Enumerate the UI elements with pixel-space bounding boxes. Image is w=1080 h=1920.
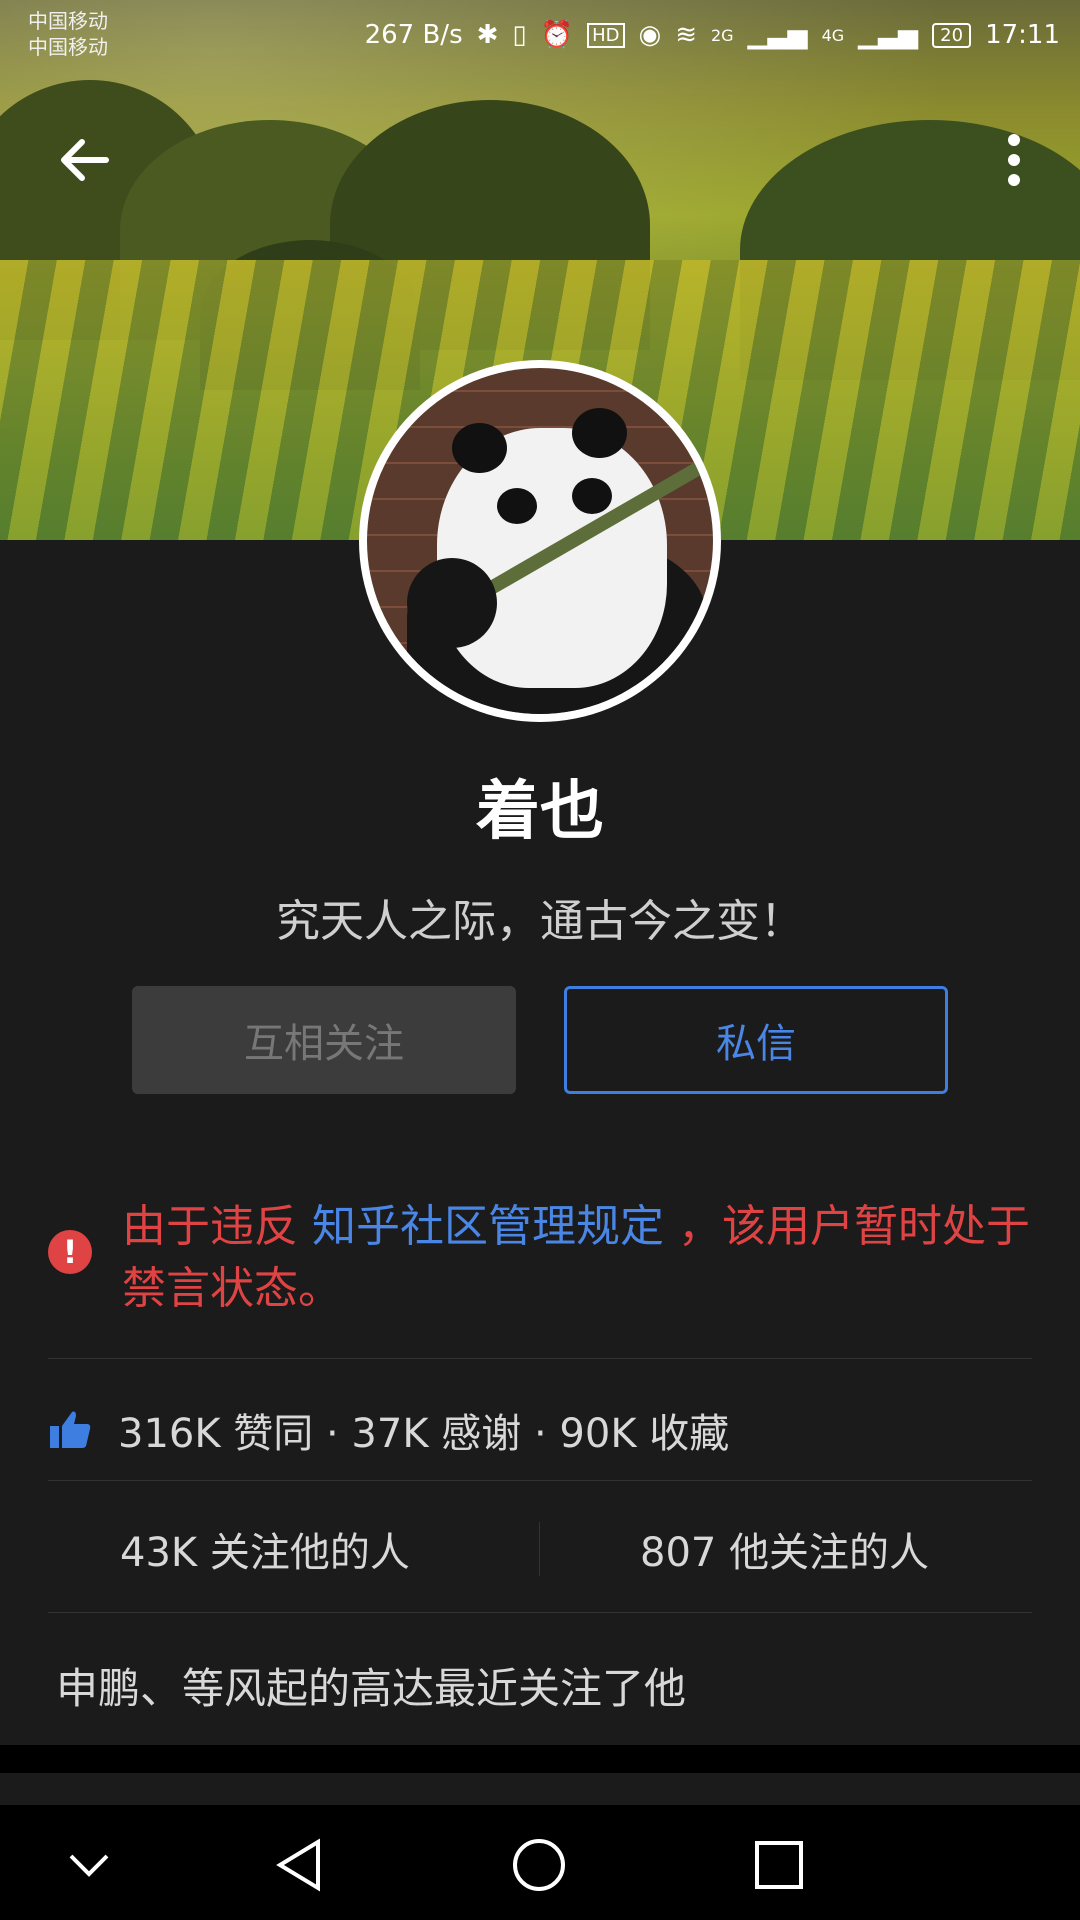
bluetooth-icon: ✱ <box>476 20 499 50</box>
signal-icon: ▁▃▅ <box>747 20 808 50</box>
triangle-back-icon <box>276 1838 320 1892</box>
section-gap <box>0 1745 1080 1773</box>
more-vert-icon <box>1008 134 1020 186</box>
signal-icon: ▁▃▅ <box>858 20 919 50</box>
divider <box>48 1358 1032 1359</box>
avatar[interactable] <box>359 360 721 722</box>
stats-row[interactable]: 316K 赞同 · 37K 感谢 · 90K 收藏 <box>48 1400 729 1460</box>
alarm-icon: ⏰ <box>540 20 574 50</box>
nav-recents-button[interactable] <box>744 1830 814 1900</box>
mutual-follow-button[interactable]: 互相关注 <box>132 986 516 1094</box>
profile-bio: 究天人之际，通古今之变！ <box>276 896 804 947</box>
clock: 17:11 <box>985 20 1060 50</box>
square-recents-icon <box>755 1841 803 1889</box>
system-nav-bar <box>0 1805 1080 1920</box>
chevron-down-icon <box>69 1854 109 1877</box>
divider <box>48 1612 1032 1613</box>
net-speed: 267 B/s <box>364 20 463 50</box>
recent-followers[interactable]: 申鹏、等风起的高达最近关注了他 <box>56 1655 686 1716</box>
avatar-image <box>367 368 713 714</box>
back-button[interactable] <box>44 120 124 200</box>
hd-icon: HD <box>587 22 625 48</box>
carrier-1: 中国移动 <box>28 9 108 33</box>
divider <box>48 1480 1032 1481</box>
nav-home-button[interactable] <box>504 1830 574 1900</box>
ban-prefix: 由于违反 <box>122 1201 312 1252</box>
followers-link[interactable]: 43K 关注他的人 <box>120 1520 410 1578</box>
thumbs-up-icon <box>50 1411 91 1448</box>
battery-level: 20 <box>940 24 964 46</box>
arrow-left-icon <box>61 139 109 181</box>
status-bar: 中国移动 中国移动 267 B/s ✱ ▯ ⏰ HD ◉ ≋ 2G ▁▃▅ 4G… <box>0 0 1080 80</box>
message-button[interactable]: 私信 <box>564 986 948 1094</box>
battery-icon: 20 <box>932 22 972 48</box>
warning-icon: ! <box>48 1230 92 1274</box>
vibrate-icon: ▯ <box>512 20 527 50</box>
carrier-labels: 中国移动 中国移动 <box>28 8 108 60</box>
mutual-follow-label: 互相关注 <box>244 1021 404 1067</box>
signal-4g: 4G <box>821 25 845 45</box>
nav-back-button[interactable] <box>264 1830 334 1900</box>
ban-text: 由于违反 知乎社区管理规定 ，该用户暂时处于禁言状态。 <box>122 1196 1032 1320</box>
eye-icon: ◉ <box>638 20 662 50</box>
follow-row: 43K 关注他的人 807 他关注的人 <box>0 1520 1080 1580</box>
nav-hide-button[interactable] <box>54 1830 124 1900</box>
carrier-2: 中国移动 <box>28 35 108 59</box>
signal-2g: 2G <box>711 25 734 45</box>
vertical-divider <box>539 1522 540 1576</box>
more-button[interactable] <box>974 120 1054 200</box>
wifi-icon: ≋ <box>675 20 697 50</box>
following-link[interactable]: 807 他关注的人 <box>640 1520 929 1578</box>
community-rules-link[interactable]: 知乎社区管理规定 <box>312 1201 664 1252</box>
profile-name: 着也 <box>476 775 604 849</box>
circle-home-icon <box>513 1839 565 1891</box>
stats-text: 316K 赞同 · 37K 感谢 · 90K 收藏 <box>118 1411 730 1457</box>
message-label: 私信 <box>716 1021 796 1067</box>
